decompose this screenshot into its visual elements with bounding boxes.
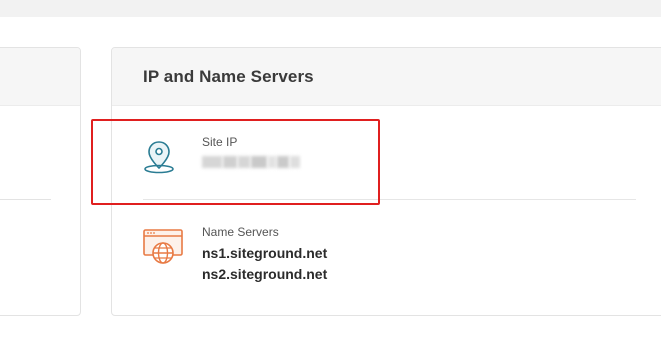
site-ip-row: Site IP bbox=[143, 135, 301, 179]
site-ip-label: Site IP bbox=[202, 135, 238, 149]
location-pin-icon bbox=[143, 135, 189, 179]
left-panel-header bbox=[0, 48, 80, 106]
left-panel-card bbox=[0, 47, 81, 316]
card-title: IP and Name Servers bbox=[143, 66, 314, 86]
top-bar bbox=[0, 0, 661, 17]
web-globe-icon bbox=[143, 225, 189, 269]
row-divider bbox=[143, 199, 636, 200]
ip-name-servers-card: IP and Name Servers Site IP Name Servers… bbox=[111, 47, 661, 316]
card-header: IP and Name Servers bbox=[112, 48, 661, 106]
name-servers-row: Name Servers ns1.siteground.net ns2.site… bbox=[143, 225, 327, 285]
left-panel-divider bbox=[0, 199, 51, 200]
name-server-2: ns2.siteground.net bbox=[202, 266, 328, 282]
site-ip-value-redacted bbox=[202, 153, 301, 171]
name-servers-label: Name Servers bbox=[202, 225, 279, 239]
name-server-1: ns1.siteground.net bbox=[202, 245, 328, 261]
